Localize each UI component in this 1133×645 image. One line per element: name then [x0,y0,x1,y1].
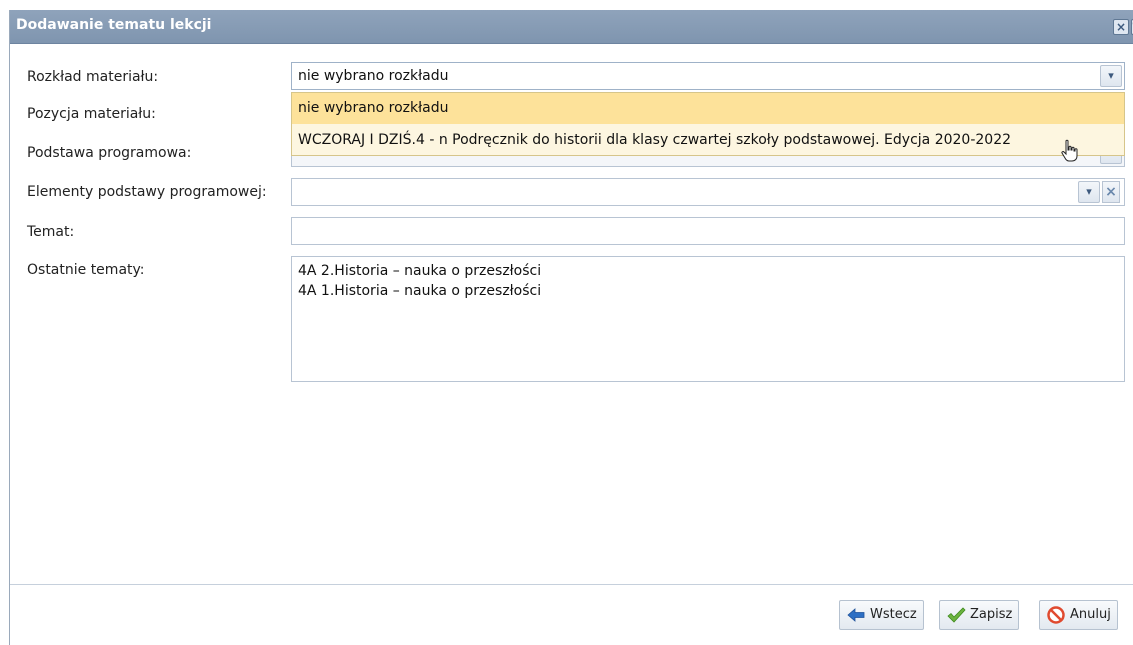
save-label: Zapisz [970,607,1013,622]
dropdown-option-selected[interactable]: nie wybrano rozkładu [292,93,1124,124]
rozklad-combobox[interactable]: nie wybrano rozkładu ▾ [291,62,1125,90]
pozycja-label: Pozycja materiału: [27,106,156,122]
ostatnie-label: Ostatnie tematy: [27,262,145,278]
chevron-down-icon[interactable]: ▾ [1100,65,1122,87]
rozklad-dropdown-list: nie wybrano rozkładu WCZORAJ I DZIŚ.4 - … [291,92,1125,162]
dialog-footer: Wstecz Zapisz Anuluj [10,584,1133,645]
back-button[interactable]: Wstecz [839,600,924,630]
dropdown-option[interactable]: WCZORAJ I DZIŚ.4 - n Podręcznik do histo… [292,125,1124,156]
temat-input[interactable] [291,217,1125,245]
rozklad-label: Rozkład materiału: [27,69,159,85]
podstawa-label: Podstawa programowa: [27,145,192,161]
temat-label: Temat: [27,224,75,240]
lesson-topic-dialog: Dodawanie tematu lekcji × ? Rozkład mate… [9,10,1133,645]
rozklad-value: nie wybrano rozkładu [298,68,449,84]
recent-topics-list[interactable]: 4A 2.Historia – nauka o przeszłości 4A 1… [291,256,1125,382]
clear-icon[interactable]: × [1102,181,1120,203]
close-icon[interactable]: × [1113,19,1129,35]
forbidden-icon [1047,606,1065,624]
elementy-label: Elementy podstawy programowej: [27,184,267,200]
cancel-button[interactable]: Anuluj [1039,600,1118,630]
dialog-title: Dodawanie tematu lekcji [16,17,212,33]
list-item[interactable]: 4A 1.Historia – nauka o przeszłości [298,281,1118,301]
hand-pointer-icon [1061,139,1078,162]
save-button[interactable]: Zapisz [939,600,1020,630]
cancel-label: Anuluj [1070,607,1111,622]
chevron-down-icon[interactable]: ▾ [1078,181,1100,203]
checkmark-icon [947,607,966,623]
arrow-left-icon [847,608,865,622]
list-item[interactable]: 4A 2.Historia – nauka o przeszłości [298,261,1118,281]
back-label: Wstecz [870,607,917,622]
dialog-titlebar: Dodawanie tematu lekcji × ? [10,10,1133,44]
elementy-combobox[interactable]: ▾ × [291,178,1125,206]
